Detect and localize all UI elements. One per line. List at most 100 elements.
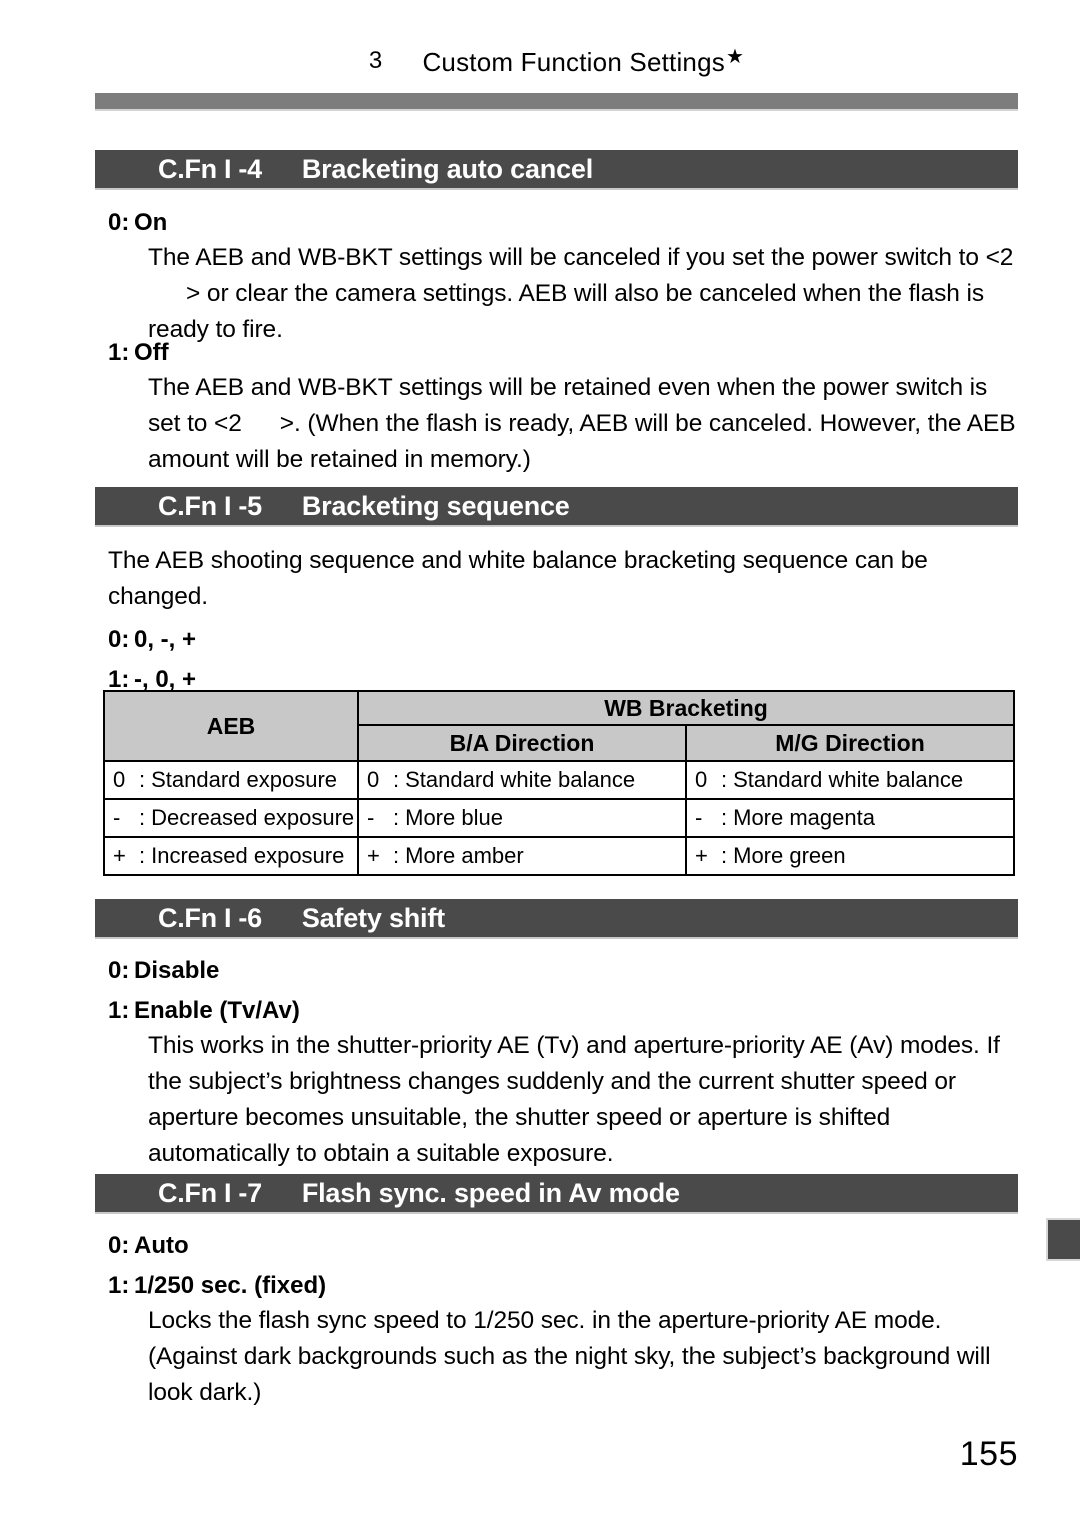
- cell-symbol: -: [113, 805, 121, 830]
- cell-symbol: -: [695, 805, 703, 830]
- cell-ba: -: More blue: [357, 798, 687, 838]
- section-title: Flash sync. speed in Av mode: [301, 1177, 680, 1208]
- option-label: Auto: [134, 1232, 189, 1259]
- cell-ba: +: More amber: [357, 836, 687, 876]
- option-number: 0:: [108, 1232, 130, 1259]
- cell-text: Standard exposure: [151, 767, 338, 792]
- option-number: 0:: [108, 626, 130, 653]
- option-label: On: [134, 209, 168, 236]
- running-head: 3 Custom Function Settings ★: [95, 47, 1018, 87]
- cell-colon: :: [393, 843, 400, 868]
- cell-text: Increased exposure: [151, 843, 345, 868]
- option-heading: 1: 1/250 sec. (fixed): [108, 1269, 1018, 1303]
- cell-mg: +: More green: [685, 836, 1015, 876]
- option-description: Locks the flash sync speed to 1/250 sec.…: [148, 1307, 991, 1406]
- thumb-tab-marker: [1046, 1218, 1080, 1261]
- option-number: 1:: [108, 339, 130, 366]
- option-number: 1:: [108, 1272, 130, 1299]
- cell-mg: -: More magenta: [685, 798, 1015, 838]
- cell-symbol: -: [367, 805, 375, 830]
- option-label: 1/250 sec. (fixed): [134, 1272, 327, 1299]
- table-row: 0: Standard exposure 0: Standard white bal…: [103, 760, 1015, 800]
- cell-colon: :: [139, 805, 146, 830]
- option-label: Disable: [134, 957, 220, 984]
- option-description: This works in the shutter-priority AE (T…: [148, 1032, 1000, 1167]
- description-part-2: >. (When the flash is ready, AEB will be…: [148, 410, 1016, 473]
- cell-aeb: 0: Standard exposure: [103, 760, 359, 800]
- cell-text: More blue: [405, 805, 503, 830]
- option-label: 0, -, +: [134, 626, 197, 653]
- cfn6-body: 0: Disable 1: Enable (Tv/Av) This works in…: [108, 954, 1018, 1172]
- section-header-cfn-i-6: C.Fn I -6 Safety shift: [95, 899, 1018, 939]
- option-heading: 0: Disable: [108, 954, 1018, 988]
- header-rule: [95, 93, 1018, 111]
- section-code: C.Fn I -6: [158, 902, 262, 933]
- cell-aeb: +: Increased exposure: [103, 836, 359, 876]
- table-header-row-top: AEB WB Bracketing: [103, 690, 1015, 762]
- chapter-number: 3: [368, 47, 383, 74]
- cell-symbol: 0: [367, 767, 380, 792]
- page-number: 155: [959, 1435, 1018, 1473]
- option-heading: 1: Enable (Tv/Av): [108, 994, 1018, 1028]
- cell-colon: :: [139, 843, 146, 868]
- cfn5-body: The AEB shooting sequence and white bala…: [108, 543, 1018, 697]
- cell-colon: :: [139, 767, 146, 792]
- section-header-cfn-i-5: C.Fn I -5 Bracketing sequence: [95, 487, 1018, 527]
- cell-text: More amber: [405, 843, 524, 868]
- cfn7-body: 0: Auto 1: 1/250 sec. (fixed) Locks the fl…: [108, 1229, 1018, 1411]
- cell-text: More magenta: [733, 805, 875, 830]
- section-header-cfn-i-4: C.Fn I -4 Bracketing auto cancel: [95, 150, 1018, 190]
- cell-symbol: +: [367, 843, 380, 868]
- option-number: 1:: [108, 997, 130, 1024]
- option-number: 0:: [108, 957, 130, 984]
- section-title: Bracketing sequence: [301, 490, 570, 521]
- option-heading: 0: Auto: [108, 1229, 1018, 1263]
- section-code: C.Fn I -4: [158, 153, 262, 184]
- table-row: -: Decreased exposure -: More blue -: More …: [103, 798, 1015, 838]
- option-description: The AEB and WB-BKT settings will be reta…: [148, 370, 1018, 478]
- option-label: Off: [134, 339, 169, 366]
- cell-ba: 0: Standard white balance: [357, 760, 687, 800]
- manual-page: 3 Custom Function Settings ★ C.Fn I -4 Br…: [0, 0, 1080, 1521]
- cell-colon: :: [721, 805, 728, 830]
- cell-colon: :: [393, 767, 400, 792]
- description-part-2: > or clear the camera settings. AEB will…: [148, 280, 985, 343]
- section-code: C.Fn I -7: [158, 1177, 262, 1208]
- header-aeb: AEB: [103, 690, 359, 762]
- option-heading: 1: Off: [108, 336, 1018, 370]
- option-label: -, 0, +: [134, 666, 197, 693]
- cfn4-option-1: 1: Off The AEB and WB-BKT settings will b…: [108, 336, 1018, 478]
- cell-text: Standard white balance: [733, 767, 964, 792]
- option-heading: 0: On: [108, 206, 1018, 240]
- section-code: C.Fn I -5: [158, 490, 262, 521]
- header-wb-bracketing: WB Bracketing: [357, 690, 1015, 726]
- cell-colon: :: [721, 843, 728, 868]
- cfn4-option-0: 0: On The AEB and WB-BKT settings will be…: [108, 206, 1018, 348]
- bracketing-sequence-table: AEB WB Bracketing B/A Direction M/G Dire…: [103, 690, 1015, 876]
- section-intro: The AEB shooting sequence and white bala…: [108, 547, 928, 610]
- cell-text: Standard white balance: [405, 767, 636, 792]
- cell-colon: :: [721, 767, 728, 792]
- section-title: Bracketing auto cancel: [301, 153, 594, 184]
- header-ba-direction: B/A Direction: [357, 724, 687, 762]
- table-row: +: Increased exposure +: More amber +: More…: [103, 836, 1015, 876]
- option-number: 0:: [108, 209, 130, 236]
- description-part-1: The AEB and WB-BKT settings will be canc…: [148, 244, 1014, 271]
- section-header-cfn-i-7: C.Fn I -7 Flash sync. speed in Av mode: [95, 1174, 1018, 1214]
- cell-text: Decreased exposure: [151, 805, 355, 830]
- running-head-title: Custom Function Settings: [422, 47, 725, 77]
- table-body: 0: Standard exposure 0: Standard white bal…: [103, 760, 1015, 876]
- header-mg-direction: M/G Direction: [685, 724, 1015, 762]
- cell-mg: 0: Standard white balance: [685, 760, 1015, 800]
- option-heading: 0: 0, -, +: [108, 623, 1018, 657]
- cell-symbol: +: [113, 843, 126, 868]
- cell-text: More green: [733, 843, 846, 868]
- star-icon: ★: [725, 46, 745, 68]
- cell-symbol: 0: [695, 767, 708, 792]
- table-head: AEB WB Bracketing B/A Direction M/G Dire…: [103, 690, 1015, 762]
- cell-aeb: -: Decreased exposure: [103, 798, 359, 838]
- cell-colon: :: [393, 805, 400, 830]
- option-description: The AEB and WB-BKT settings will be canc…: [148, 240, 1018, 348]
- option-label: Enable (Tv/Av): [134, 997, 300, 1024]
- section-title: Safety shift: [301, 902, 445, 933]
